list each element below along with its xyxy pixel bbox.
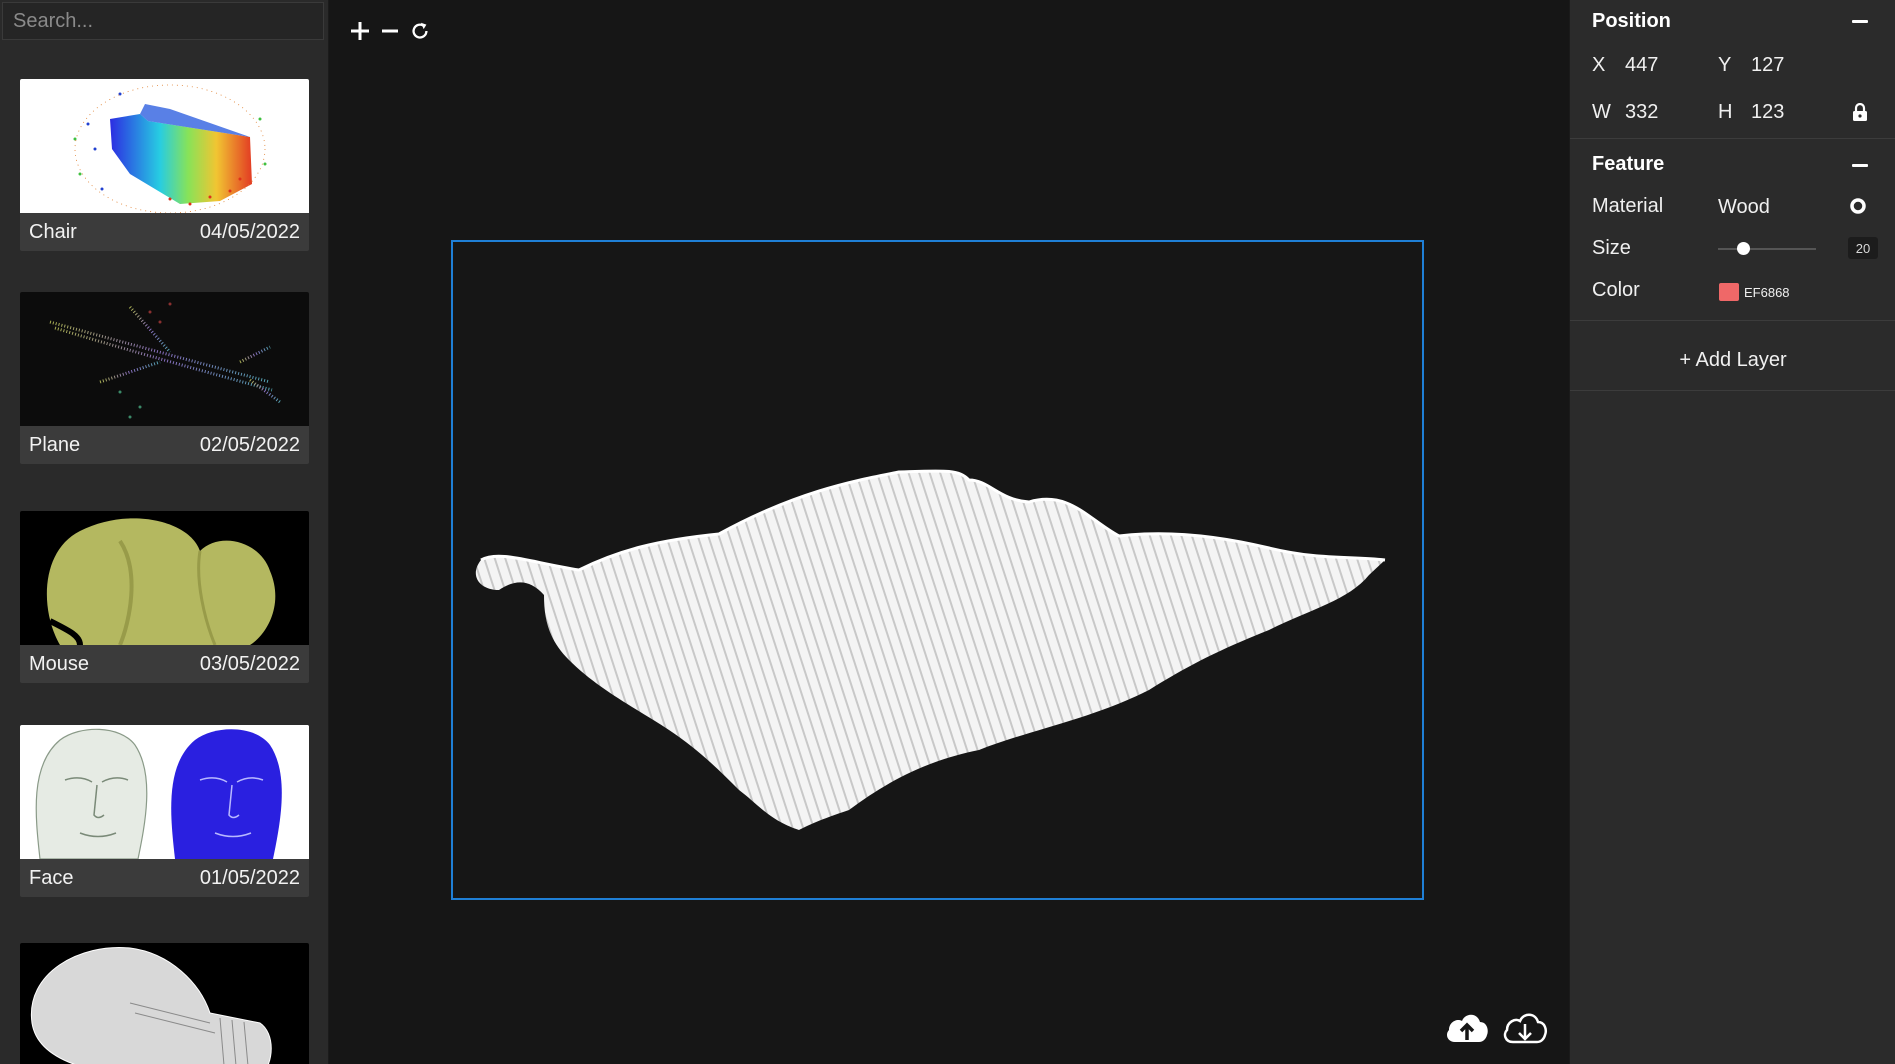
material-settings-icon[interactable] — [1850, 198, 1868, 216]
refresh-icon[interactable] — [407, 16, 433, 46]
bulb-thumbnail — [20, 943, 309, 1064]
collapse-feature-button[interactable] — [1850, 156, 1870, 174]
chair-thumbnail — [20, 79, 309, 213]
add-layer-button[interactable]: + Add Layer — [1570, 330, 1895, 390]
material-value[interactable]: Wood — [1718, 196, 1770, 219]
size-slider-track[interactable] — [1718, 248, 1816, 250]
divider — [1570, 138, 1895, 139]
w-value[interactable]: 332 — [1625, 101, 1658, 124]
divider — [1570, 320, 1895, 321]
properties-panel: Position X 447 Y 127 W 332 H 123 Feature… — [1569, 0, 1895, 1064]
color-label: Color — [1592, 279, 1640, 301]
sidebar: Chair 04/05/2022 — [0, 0, 329, 1064]
h-label: H — [1718, 101, 1733, 123]
model-card-mouse[interactable]: Mouse 03/05/2022 — [20, 511, 309, 683]
model-name: Chair — [29, 220, 77, 243]
model-name: Plane — [29, 433, 81, 456]
w-label: W — [1592, 101, 1611, 123]
model-date: 01/05/2022 — [199, 866, 300, 889]
cloud-upload-icon[interactable] — [1443, 1008, 1491, 1048]
size-label: Size — [1592, 237, 1631, 259]
search-input[interactable] — [2, 2, 324, 40]
x-label: X — [1592, 54, 1606, 76]
model-date: 04/05/2022 — [199, 220, 300, 243]
y-value[interactable]: 127 — [1751, 54, 1784, 77]
position-heading: Position — [1592, 10, 1671, 32]
face-thumbnail — [20, 725, 309, 859]
cloud-download-icon[interactable] — [1501, 1008, 1549, 1048]
toolbar — [347, 16, 433, 46]
plane-thumbnail — [20, 292, 309, 426]
x-value[interactable]: 447 — [1625, 54, 1658, 77]
y-label: Y — [1718, 54, 1732, 76]
model-card-face[interactable]: Face 01/05/2022 — [20, 725, 309, 897]
canvas[interactable] — [329, 0, 1569, 1064]
lock-icon[interactable] — [1852, 102, 1870, 123]
size-slider-knob[interactable] — [1737, 242, 1750, 255]
color-hex[interactable]: EF6868 — [1744, 285, 1790, 300]
size-value[interactable]: 20 — [1848, 237, 1878, 259]
plus-icon[interactable] — [347, 16, 373, 46]
divider — [1570, 390, 1895, 391]
h-value[interactable]: 123 — [1751, 101, 1784, 124]
model-card-chair[interactable]: Chair 04/05/2022 — [20, 79, 309, 251]
model-card-plane[interactable]: Plane 02/05/2022 — [20, 292, 309, 464]
model-name: Face — [29, 866, 74, 889]
model-date: 02/05/2022 — [199, 433, 300, 456]
terrain-mesh[interactable] — [469, 450, 1409, 840]
collapse-position-button[interactable] — [1850, 12, 1870, 30]
feature-heading: Feature — [1592, 153, 1665, 175]
minus-icon[interactable] — [377, 16, 403, 46]
mouse-thumbnail — [20, 511, 309, 645]
model-date: 03/05/2022 — [199, 652, 300, 675]
material-label: Material — [1592, 195, 1664, 217]
color-swatch[interactable] — [1719, 283, 1739, 301]
model-name: Mouse — [29, 652, 90, 675]
model-card-bulb[interactable] — [20, 943, 309, 1064]
